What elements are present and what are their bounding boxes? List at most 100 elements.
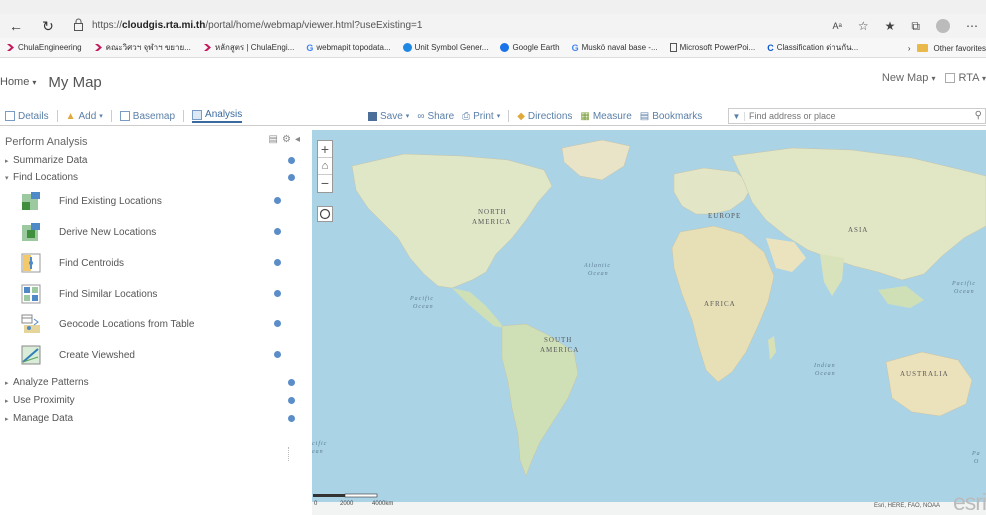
panel-resize-handle[interactable]: [288, 447, 291, 461]
back-arrow-icon[interactable]: ←: [4, 18, 28, 34]
bookmark-item[interactable]: G webmapit topodata...: [300, 43, 396, 53]
collections-icon[interactable]: ⧉: [911, 19, 920, 34]
locate-button[interactable]: [317, 206, 333, 222]
bookmark-item[interactable]: G Muskö naval base -...: [566, 43, 664, 53]
gear-icon[interactable]: ⚙: [282, 134, 291, 145]
tool-find-similar-locations[interactable]: Find Similar Locations: [21, 282, 281, 306]
caret-right-icon: ▸: [5, 157, 9, 165]
landmass-central-america: [452, 288, 504, 328]
info-icon[interactable]: [274, 197, 281, 204]
tool-label: Find Existing Locations: [59, 195, 162, 207]
refresh-icon[interactable]: ↻: [36, 18, 60, 35]
address-bar[interactable]: https://cloudgis.rta.mi.th/portal/home/w…: [92, 16, 692, 36]
measure-button[interactable]: ▦ Measure: [580, 111, 631, 122]
tool-label: Find Centroids: [59, 257, 125, 269]
map-label-indian-ocean: Indian: [814, 363, 836, 369]
info-icon[interactable]: [288, 415, 295, 422]
locate-icon: [319, 208, 331, 220]
group-find-locations[interactable]: ▾ Find Locations: [5, 171, 295, 184]
group-label: Summarize Data: [13, 155, 88, 166]
tool-find-existing-locations[interactable]: Find Existing Locations: [21, 189, 281, 213]
new-map-menu[interactable]: New Map ▾: [882, 72, 936, 84]
chevron-right-icon[interactable]: ›: [908, 44, 911, 53]
tool-create-viewshed[interactable]: Create Viewshed: [21, 343, 281, 367]
divider: [508, 110, 510, 122]
info-icon[interactable]: [274, 228, 281, 235]
bookmark-item[interactable]: Unit Symbol Gener...: [397, 43, 495, 52]
bookmarks-bar: ChulaEngineering คณะวิศวฯ จุฬาฯ ขยาย... …: [0, 38, 986, 58]
home-menu[interactable]: Home ▾: [0, 76, 36, 88]
analysis-button[interactable]: Analysis: [192, 109, 243, 123]
tool-label: Create Viewshed: [59, 349, 135, 361]
user-menu[interactable]: RTA ▾: [945, 72, 986, 84]
globe-icon: [402, 43, 412, 52]
bookmark-item[interactable]: คณะวิศวฯ จุฬาฯ ขยาย...: [88, 41, 197, 54]
group-label: Manage Data: [13, 413, 74, 424]
info-icon[interactable]: [288, 397, 295, 404]
bookmark-item[interactable]: Google Earth: [494, 43, 565, 52]
tab-favorite-icon[interactable]: ☆: [858, 19, 869, 33]
bookmark-item[interactable]: ChulaEngineering: [0, 43, 88, 52]
group-summarize-data[interactable]: ▸ Summarize Data: [5, 154, 295, 167]
tool-geocode-locations-from-table[interactable]: Geocode Locations from Table: [21, 312, 281, 336]
add-button[interactable]: ▲ Add ▾: [66, 111, 103, 122]
group-analyze-patterns[interactable]: ▸ Analyze Patterns: [5, 376, 295, 389]
directions-button[interactable]: ◆ Directions: [517, 111, 572, 122]
info-icon[interactable]: [288, 157, 295, 164]
info-icon[interactable]: [274, 290, 281, 297]
find-existing-locations-icon: [22, 192, 40, 210]
map-label-pacific-ocean-east: Pacific: [952, 281, 976, 287]
chevron-down-icon: ▾: [981, 74, 986, 83]
profile-avatar[interactable]: [936, 19, 950, 33]
more-icon[interactable]: ⋯: [966, 19, 978, 33]
info-icon[interactable]: [274, 351, 281, 358]
map-attribution[interactable]: Esri, HERE, FAO, NOAA: [874, 503, 940, 509]
home-row: Home ▾ My Map: [0, 71, 102, 93]
landmass-india: [820, 254, 844, 296]
bookmark-item[interactable]: Microsoft PowerPoi...: [664, 43, 762, 52]
zoom-in-button[interactable]: +: [318, 141, 332, 158]
analysis-history-icon[interactable]: ▤: [269, 134, 278, 145]
favorites-icon[interactable]: ★: [885, 19, 896, 33]
chevron-flag-icon: [7, 44, 14, 51]
map-label-indian-ocean: Ocean: [815, 371, 836, 377]
search-input[interactable]: [745, 111, 965, 121]
group-manage-data[interactable]: ▸ Manage Data: [5, 412, 295, 425]
bookmarks-button[interactable]: ▤ Bookmarks: [640, 111, 702, 122]
info-icon[interactable]: [274, 259, 281, 266]
other-favorites[interactable]: Other favorites: [934, 44, 986, 53]
info-icon[interactable]: [274, 320, 281, 327]
google-icon: G: [306, 42, 314, 53]
read-aloud-icon[interactable]: Aᵃ: [833, 21, 842, 31]
collapse-panel-icon[interactable]: ◂: [295, 134, 300, 145]
info-icon[interactable]: [288, 174, 295, 181]
default-extent-button[interactable]: ⌂: [318, 158, 332, 175]
new-map-label: New Map: [881, 72, 929, 84]
info-icon[interactable]: [288, 379, 295, 386]
bookmarks-overflow: › Other favorites: [901, 38, 986, 57]
basemap-button[interactable]: Basemap: [119, 111, 175, 122]
zoom-out-button[interactable]: −: [318, 175, 332, 192]
save-button[interactable]: Save ▾: [368, 111, 409, 122]
app-header: Home ▾ My Map New Map ▾ RTA ▾ Details ▲ …: [0, 58, 986, 126]
map-view[interactable]: + ⌂ − NORTH AMERICA EUROPE ASIA AFRICA S…: [312, 130, 986, 515]
search-icon[interactable]: ⚲: [975, 110, 982, 121]
map-title: My Map: [48, 73, 102, 91]
share-button[interactable]: ∞ Share: [417, 111, 454, 122]
top-strip: [0, 0, 986, 14]
bookmark-item[interactable]: หลักสูตร | ChulaEngi...: [197, 41, 301, 54]
details-button[interactable]: Details: [5, 111, 49, 122]
divider: [110, 110, 112, 122]
group-use-proximity[interactable]: ▸ Use Proximity: [5, 394, 295, 407]
lock-icon[interactable]: [73, 18, 84, 31]
find-centroids-icon: [21, 253, 41, 273]
landmass-greenland: [561, 139, 631, 181]
search-source-dropdown[interactable]: ▼: [729, 111, 745, 121]
google-icon: G: [571, 42, 579, 53]
print-button[interactable]: ⎙ Print ▾: [462, 111, 500, 122]
bookmark-label: Unit Symbol Gener...: [414, 43, 489, 52]
tool-find-centroids[interactable]: Find Centroids: [21, 251, 281, 275]
tool-derive-new-locations[interactable]: Derive New Locations: [21, 220, 281, 244]
bookmark-item[interactable]: C Classification ด่านกัน...: [761, 41, 864, 54]
add-label: Add: [78, 110, 97, 122]
